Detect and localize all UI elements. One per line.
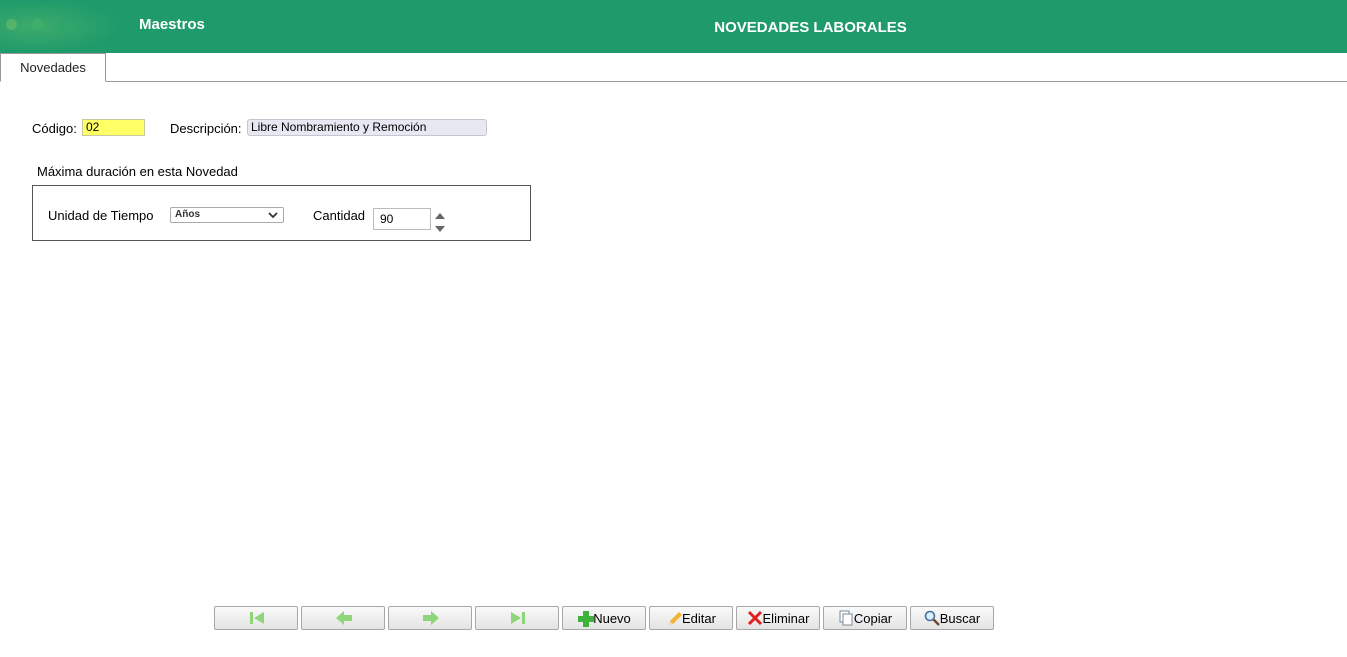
tab-novedades[interactable]: Novedades bbox=[0, 53, 106, 82]
app-header: Maestros NOVEDADES LABORALES bbox=[0, 0, 1347, 53]
buscar-button[interactable]: Buscar bbox=[910, 606, 994, 630]
first-icon bbox=[248, 610, 264, 626]
eliminar-button[interactable]: Eliminar bbox=[736, 606, 820, 630]
descripcion-field[interactable]: Libre Nombramiento y Remoción bbox=[247, 119, 487, 136]
unidad-tiempo-value: Años bbox=[175, 209, 200, 220]
buscar-label: Buscar bbox=[939, 610, 981, 626]
last-icon bbox=[509, 610, 525, 626]
plus-icon bbox=[577, 610, 595, 627]
cantidad-field[interactable]: 90 bbox=[373, 208, 431, 230]
editar-button[interactable]: Editar bbox=[649, 606, 733, 630]
first-record-button[interactable] bbox=[214, 606, 298, 630]
nuevo-button[interactable]: Nuevo bbox=[562, 606, 646, 630]
search-icon bbox=[924, 610, 940, 626]
unidad-tiempo-label: Unidad de Tiempo bbox=[48, 208, 154, 223]
chevron-down-icon bbox=[268, 209, 278, 221]
next-record-button[interactable] bbox=[388, 606, 472, 630]
unidad-tiempo-select[interactable]: Años bbox=[170, 207, 284, 223]
cantidad-label: Cantidad bbox=[313, 208, 366, 223]
record-toolbar: Nuevo Editar Eliminar Copiar Buscar bbox=[214, 606, 994, 630]
page-title: NOVEDADES LABORALES bbox=[714, 19, 907, 36]
section-title: Máxima duración en esta Novedad bbox=[37, 164, 238, 179]
codigo-label: Código: bbox=[32, 121, 77, 136]
codigo-field[interactable]: 02 bbox=[82, 119, 145, 136]
delete-x-icon bbox=[747, 610, 763, 626]
copiar-label: Copiar bbox=[853, 610, 893, 626]
arrow-left-icon bbox=[335, 610, 352, 626]
copiar-button[interactable]: Copiar bbox=[823, 606, 907, 630]
copy-icon bbox=[838, 610, 854, 626]
spin-up-icon[interactable] bbox=[434, 207, 446, 219]
arrow-right-icon bbox=[422, 610, 439, 626]
eliminar-label: Eliminar bbox=[762, 610, 810, 626]
editar-label: Editar bbox=[682, 610, 716, 626]
previous-record-button[interactable] bbox=[301, 606, 385, 630]
spin-down-icon[interactable] bbox=[434, 220, 446, 232]
descripcion-label: Descripción: bbox=[170, 121, 242, 136]
last-record-button[interactable] bbox=[475, 606, 559, 630]
pencil-icon bbox=[666, 610, 683, 626]
tab-bar: Novedades bbox=[0, 53, 1347, 82]
nuevo-label: Nuevo bbox=[593, 610, 631, 626]
